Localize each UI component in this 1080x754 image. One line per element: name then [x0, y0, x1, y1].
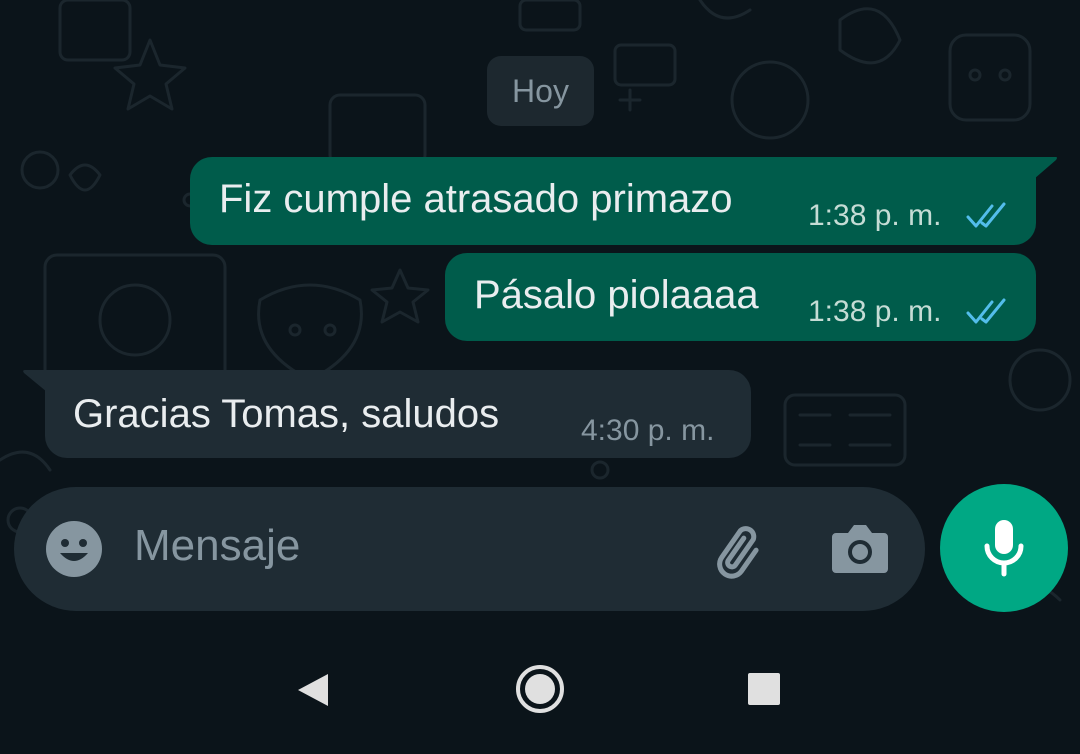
- system-navigation-bar: [0, 625, 1080, 754]
- microphone-icon: [984, 520, 1024, 577]
- message-text: Pásalo piolaaaa: [474, 273, 759, 317]
- paperclip-icon[interactable]: [708, 519, 772, 583]
- date-chip: Hoy: [487, 56, 594, 126]
- message-time: 4:30 p. m.: [581, 414, 715, 447]
- bubble-tail: [23, 370, 47, 392]
- message-bubble-outgoing[interactable]: Fiz cumple atrasado primazo 1:38 p. m.: [190, 157, 1036, 245]
- message-bubble-incoming[interactable]: Gracias Tomas, saludos 4:30 p. m.: [45, 370, 751, 458]
- emoji-icon[interactable]: [44, 519, 104, 579]
- chat-area: Hoy Fiz cumple atrasado primazo 1:38 p. …: [0, 0, 1080, 625]
- bubble-tail: [1034, 157, 1057, 179]
- message-text: Gracias Tomas, saludos: [73, 392, 500, 436]
- recents-square-icon[interactable]: [747, 672, 781, 706]
- message-composer[interactable]: Mensaje: [14, 487, 925, 611]
- read-double-check-icon: [966, 298, 1006, 324]
- home-circle-icon[interactable]: [514, 663, 566, 715]
- back-triangle-icon[interactable]: [292, 670, 334, 710]
- message-text: Fiz cumple atrasado primazo: [219, 177, 733, 221]
- message-bubble-outgoing[interactable]: Pásalo piolaaaa 1:38 p. m.: [445, 253, 1036, 341]
- message-input[interactable]: Mensaje: [134, 521, 300, 571]
- message-time: 1:38 p. m.: [808, 295, 942, 328]
- camera-icon[interactable]: [830, 521, 890, 577]
- read-double-check-icon: [966, 202, 1006, 228]
- voice-record-button[interactable]: [940, 484, 1068, 612]
- message-time: 1:38 p. m.: [808, 199, 942, 232]
